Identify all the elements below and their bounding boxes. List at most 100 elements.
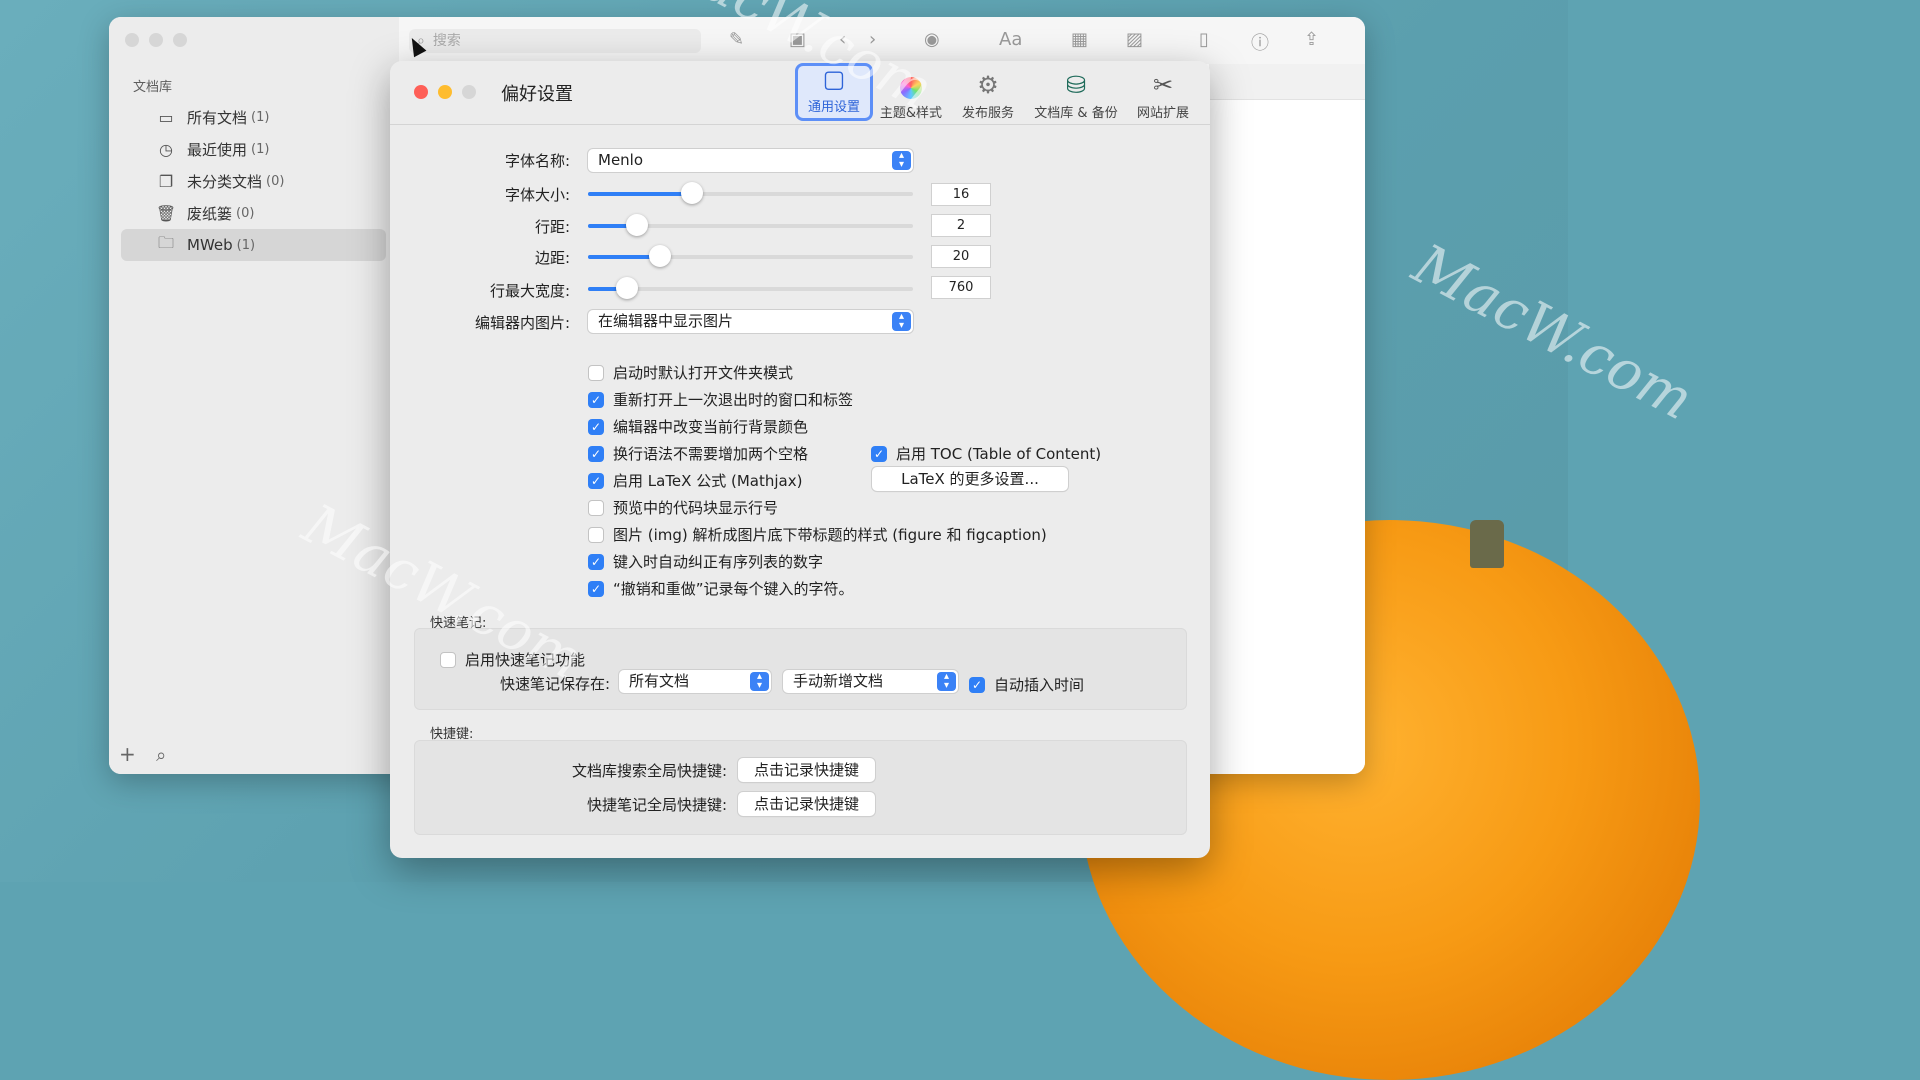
auto-insert-time[interactable]: ✓ 自动插入时间 xyxy=(969,674,1084,695)
checkbox[interactable]: ✓ xyxy=(588,391,604,408)
preferences-title: 偏好设置 xyxy=(501,84,573,105)
trash-icon: 🗑 xyxy=(155,203,177,223)
tab-label: 主题&样式 xyxy=(879,106,943,121)
checkbox[interactable] xyxy=(588,364,604,381)
option-img-figure[interactable]: 图片 (img) 解析成图片底下带标题的样式 (figure 和 figcapt… xyxy=(588,524,1047,545)
tab-label: 通用设置 xyxy=(807,100,860,115)
backup-disk-icon: ⛁ xyxy=(1065,71,1087,99)
option-label: 图片 (img) 解析成图片底下带标题的样式 (figure 和 figcapt… xyxy=(613,526,1047,544)
compose-icon[interactable]: ✎ xyxy=(729,29,744,50)
tab-themes[interactable]: 主题&样式 xyxy=(876,63,946,124)
general-icon: ▢ xyxy=(822,65,846,93)
sidebar-item-label: 所有文档 xyxy=(187,108,248,127)
tab-general[interactable]: ▢ 通用设置 xyxy=(795,63,873,121)
font-size-field[interactable]: 16 xyxy=(932,184,990,205)
layout-icon[interactable]: ▣ xyxy=(789,29,806,50)
margin-slider[interactable] xyxy=(588,245,913,267)
checkbox[interactable]: ✓ xyxy=(588,445,604,462)
editor-image-popup[interactable]: 在编辑器中显示图片 ▴ ▾ xyxy=(588,310,913,333)
max-width-field[interactable]: 760 xyxy=(932,277,990,298)
clock-icon: ◷ xyxy=(159,139,173,159)
option-undo-each-char[interactable]: ✓ “撤销和重做”记录每个键入的字符。 xyxy=(588,578,854,599)
slider-knob[interactable] xyxy=(648,245,671,267)
checkbox[interactable] xyxy=(588,499,604,516)
option-reopen-windows[interactable]: ✓ 重新打开上一次退出时的窗口和标签 xyxy=(588,389,853,410)
checkbox[interactable] xyxy=(440,651,456,668)
tab-publish[interactable]: ⚙ 发布服务 xyxy=(956,63,1020,124)
quick-note-save-popup[interactable]: 所有文档 ▴ ▾ xyxy=(619,670,771,693)
option-code-line-numbers[interactable]: 预览中的代码块显示行号 xyxy=(588,497,778,518)
zoom-button[interactable] xyxy=(173,33,187,47)
toolbar: ⌕ 搜索 ✎ ▣ ‹ › ◉ Aa ▦ ▨ ▯ ⓘ ⇪ xyxy=(399,17,1365,65)
quick-note-mode-popup[interactable]: 手动新增文档 ▴ ▾ xyxy=(783,670,958,693)
checkbox[interactable]: ✓ xyxy=(588,472,604,489)
search-input[interactable]: ⌕ 搜索 xyxy=(409,29,701,53)
slider-knob[interactable] xyxy=(616,277,638,299)
margin-field[interactable]: 20 xyxy=(932,246,990,267)
sidebar-item-recent[interactable]: ◷ 最近使用 (1) xyxy=(121,133,386,165)
sidebar-item-mweb[interactable]: 🗀 MWeb (1) xyxy=(121,229,386,261)
quick-note-shortcut-label: 快捷笔记全局快捷键: xyxy=(586,796,727,814)
sidebar-item-count: (0) xyxy=(266,173,285,189)
option-fix-ordered-list[interactable]: ✓ 键入时自动纠正有序列表的数字 xyxy=(588,551,823,572)
image-icon[interactable]: ▨ xyxy=(1126,29,1143,50)
table-icon[interactable]: ▦ xyxy=(1071,29,1088,50)
record-library-search-shortcut-button[interactable]: 点击记录快捷键 xyxy=(738,758,875,782)
slider-knob[interactable] xyxy=(625,214,648,236)
sidebar-item-all-docs[interactable]: ▭ 所有文档 (1) xyxy=(121,101,386,133)
latex-more-settings-button[interactable]: LaTeX 的更多设置... xyxy=(872,467,1068,491)
checkbox[interactable]: ✓ xyxy=(588,418,604,435)
editor-tabbar xyxy=(1209,64,1365,100)
add-button[interactable]: + xyxy=(119,742,136,766)
quick-note-mode-value: 手动新增文档 xyxy=(793,672,884,690)
close-button[interactable] xyxy=(414,85,428,99)
checkbox[interactable]: ✓ xyxy=(588,553,604,570)
tab-library-backup[interactable]: ⛁ 文档库 & 备份 xyxy=(1030,63,1122,124)
quick-note-enable[interactable]: 启用快速笔记功能 xyxy=(440,649,585,670)
option-open-folder-mode[interactable]: 启动时默认打开文件夹模式 xyxy=(588,362,793,383)
color-wheel-icon xyxy=(900,77,922,99)
forward-icon[interactable]: › xyxy=(869,29,876,50)
option-label: “撤销和重做”记录每个键入的字符。 xyxy=(613,580,854,598)
shortcut-group xyxy=(414,740,1187,835)
sidebar-item-uncategorized[interactable]: ❐ 未分类文档 (0) xyxy=(121,165,386,197)
font-size-slider[interactable] xyxy=(588,182,913,204)
option-label: 预览中的代码块显示行号 xyxy=(613,499,779,517)
option-latex-mathjax[interactable]: ✓ 启用 LaTeX 公式 (Mathjax) xyxy=(588,470,802,491)
popup-arrows-icon: ▴ ▾ xyxy=(750,672,769,691)
line-spacing-slider[interactable] xyxy=(588,214,913,236)
checkbox[interactable]: ✓ xyxy=(588,580,604,597)
font-menu[interactable]: Aa xyxy=(999,29,1022,50)
back-icon[interactable]: ‹ xyxy=(839,29,846,50)
search-icon[interactable]: ⌕ xyxy=(156,745,166,766)
checkbox[interactable]: ✓ xyxy=(969,676,985,693)
close-button[interactable] xyxy=(125,33,139,47)
sidebar-item-label: MWeb xyxy=(187,236,233,254)
minimize-button[interactable] xyxy=(149,33,163,47)
info-icon[interactable]: ⓘ xyxy=(1251,29,1269,55)
preview-eye-icon[interactable]: ◉ xyxy=(924,29,940,50)
sidebar-bottom-tools: + ⌕ xyxy=(119,742,166,766)
option-line-break-syntax[interactable]: ✓ 换行语法不需要增加两个空格 xyxy=(588,443,808,464)
slider-knob[interactable] xyxy=(681,182,703,204)
font-name-popup[interactable]: Menlo ▴ ▾ xyxy=(588,149,913,172)
quick-note-save-label: 快速笔记保存在: xyxy=(499,675,610,693)
option-current-line-bg[interactable]: ✓ 编辑器中改变当前行背景颜色 xyxy=(588,416,808,437)
library-search-shortcut-label: 文档库搜索全局快捷键: xyxy=(571,762,727,780)
record-quick-note-shortcut-button[interactable]: 点击记录快捷键 xyxy=(738,792,875,816)
minimize-button[interactable] xyxy=(438,85,452,99)
slider-fill xyxy=(588,192,692,196)
option-label: 键入时自动纠正有序列表的数字 xyxy=(613,553,824,571)
checkbox[interactable]: ✓ xyxy=(871,445,887,462)
tab-site-extensions[interactable]: ✂ 网站扩展 xyxy=(1132,63,1194,124)
option-enable-toc[interactable]: ✓ 启用 TOC (Table of Content) xyxy=(871,443,1101,464)
line-spacing-field[interactable]: 2 xyxy=(932,215,990,236)
max-width-slider[interactable] xyxy=(588,277,913,299)
export-file-icon[interactable]: ▯ xyxy=(1199,29,1209,50)
folder-icon: 🗀 xyxy=(157,232,174,252)
share-icon[interactable]: ⇪ xyxy=(1304,29,1319,50)
checkbox[interactable] xyxy=(588,526,604,543)
sidebar-item-label: 最近使用 xyxy=(187,140,248,159)
sidebar-item-trash[interactable]: 🗑 废纸篓 (0) xyxy=(121,197,386,229)
option-label: 启用 LaTeX 公式 (Mathjax) xyxy=(613,472,803,490)
